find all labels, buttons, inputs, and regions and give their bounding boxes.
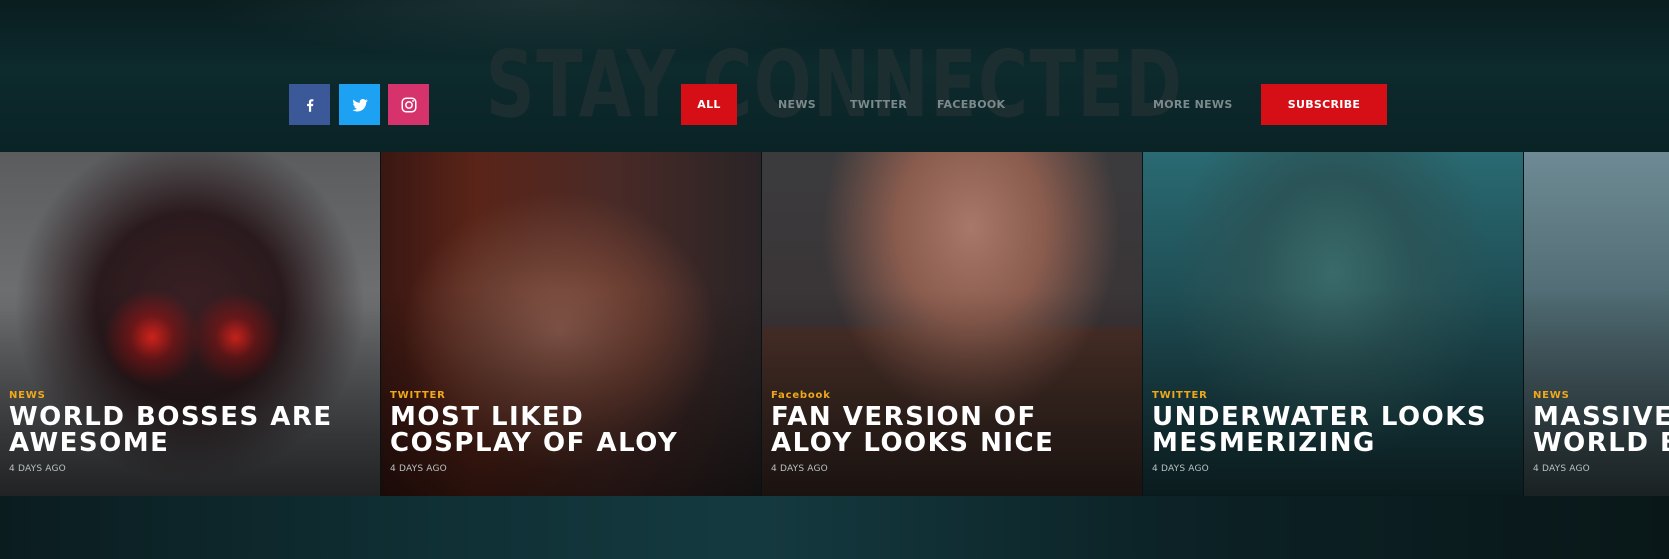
card-headline: WORLD BOSSES ARE AWESOME — [9, 404, 379, 456]
instagram-icon — [401, 97, 416, 112]
facebook-button[interactable] — [289, 84, 330, 125]
card-timestamp: 4 DAYS AGO — [1533, 464, 1590, 474]
twitter-icon — [352, 98, 368, 111]
twitter-button[interactable] — [339, 84, 380, 125]
card-timestamp: 4 DAYS AGO — [9, 464, 66, 474]
news-carousel: NEWS WORLD BOSSES ARE AWESOME 4 DAYS AGO… — [0, 152, 1669, 496]
filter-news-link[interactable]: NEWS — [778, 84, 816, 125]
card-category: Facebook — [771, 390, 831, 401]
subscribe-button[interactable]: SUBSCRIBE — [1261, 84, 1387, 125]
card-headline: MOST LIKED COSPLAY OF ALOY — [390, 404, 760, 456]
card-category: NEWS — [9, 390, 46, 401]
card-headline-line: WORLD BOSSES ARE — [9, 402, 333, 432]
more-news-link[interactable]: MORE NEWS — [1153, 84, 1233, 125]
card-timestamp: 4 DAYS AGO — [771, 464, 828, 474]
card-headline: MASSIVE WORLD B — [1533, 404, 1669, 456]
instagram-button[interactable] — [388, 84, 429, 125]
card-headline: UNDERWATER LOOKS MESMERIZING — [1152, 404, 1522, 456]
card-headline-line: ALOY LOOKS NICE — [771, 428, 1055, 458]
news-card[interactable]: TWITTER MOST LIKED COSPLAY OF ALOY 4 DAY… — [381, 152, 761, 496]
filter-twitter-link[interactable]: TWITTER — [850, 84, 907, 125]
card-headline-line: WORLD B — [1533, 428, 1669, 458]
card-headline-line: AWESOME — [9, 428, 170, 458]
card-headline-line: MESMERIZING — [1152, 428, 1376, 458]
card-headline-line: MASSIVE — [1533, 402, 1669, 432]
card-category: NEWS — [1533, 390, 1570, 401]
card-category: TWITTER — [390, 390, 446, 401]
card-headline-line: FAN VERSION OF — [771, 402, 1037, 432]
filter-facebook-link[interactable]: FACEBOOK — [937, 84, 1005, 125]
card-category: TWITTER — [1152, 390, 1208, 401]
card-timestamp: 4 DAYS AGO — [1152, 464, 1209, 474]
card-headline-line: UNDERWATER LOOKS — [1152, 402, 1488, 432]
card-headline: FAN VERSION OF ALOY LOOKS NICE — [771, 404, 1141, 456]
facebook-icon — [306, 98, 313, 112]
news-card[interactable]: NEWS WORLD BOSSES ARE AWESOME 4 DAYS AGO — [0, 152, 380, 496]
filter-all-button[interactable]: ALL — [681, 84, 737, 125]
footer-background — [0, 496, 1669, 559]
card-headline-line: MOST LIKED — [390, 402, 585, 432]
card-headline-line: COSPLAY OF ALOY — [390, 428, 679, 458]
news-card[interactable]: NEWS MASSIVE WORLD B 4 DAYS AGO — [1524, 152, 1669, 496]
news-card[interactable]: TWITTER UNDERWATER LOOKS MESMERIZING 4 D… — [1143, 152, 1523, 496]
card-timestamp: 4 DAYS AGO — [390, 464, 447, 474]
news-card[interactable]: Facebook FAN VERSION OF ALOY LOOKS NICE … — [762, 152, 1142, 496]
